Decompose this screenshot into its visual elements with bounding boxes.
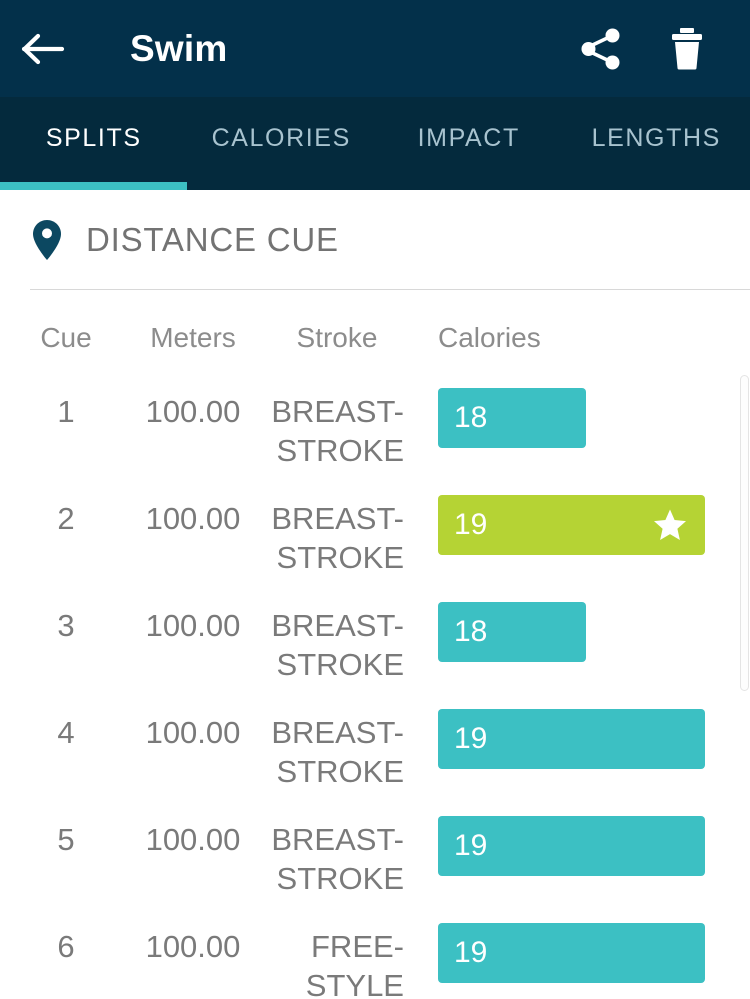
tab-impact[interactable]: IMPACT [375, 97, 563, 190]
star-icon [653, 509, 687, 541]
cell-stroke: BREAST- STROKE [270, 586, 404, 684]
tab-list: SPLITS CALORIES IMPACT LENGTHS [0, 97, 750, 190]
delete-button[interactable] [648, 0, 726, 97]
cell-cue: 2 [16, 479, 116, 537]
table-row[interactable]: 1100.00BREAST- STROKE 18 [0, 372, 750, 479]
table-row[interactable]: 4100.00BREAST- STROKE 19 [0, 693, 750, 800]
cell-stroke: BREAST- STROKE [270, 479, 404, 577]
section-header: DISTANCE CUE [0, 190, 750, 289]
cell-stroke: FREE- STYLE [270, 907, 404, 999]
cell-cue: 1 [16, 372, 116, 430]
table-body: 1100.00BREAST- STROKE182100.00BREAST- ST… [0, 372, 750, 999]
back-button[interactable] [0, 0, 86, 97]
app-bar: Swim [0, 0, 750, 97]
cell-calories: 18 [438, 372, 586, 448]
tab-calories-label: CALORIES [212, 124, 351, 153]
tab-lengths-label: LENGTHS [592, 124, 721, 153]
swim-splits-screen: Swim SPLITS CALORIES [0, 0, 750, 999]
share-icon [580, 27, 622, 71]
tab-bar: SPLITS CALORIES IMPACT LENGTHS [0, 97, 750, 190]
tab-splits[interactable]: SPLITS [0, 97, 188, 190]
cell-cue: 3 [16, 586, 116, 644]
table-row[interactable]: 6100.00FREE- STYLE 19 [0, 907, 750, 999]
cell-meters: 100.00 [128, 693, 258, 751]
cell-meters: 100.00 [128, 372, 258, 430]
calorie-bar: 18 [438, 388, 586, 448]
cell-meters: 100.00 [128, 479, 258, 537]
tab-splits-label: SPLITS [46, 124, 142, 153]
cell-stroke: BREAST- STROKE [270, 800, 404, 898]
cell-meters: 100.00 [128, 907, 258, 965]
table-row[interactable]: 3100.00BREAST- STROKE 18 [0, 586, 750, 693]
calorie-bar: 19 [438, 923, 705, 983]
column-header-stroke: Stroke [270, 300, 404, 352]
cell-stroke: BREAST- STROKE [270, 372, 404, 470]
calorie-bar: 19 [438, 495, 705, 555]
page-title: Swim [130, 30, 227, 67]
cell-calories: 19 [438, 907, 705, 983]
trash-icon [669, 27, 705, 71]
best-split-star [653, 509, 687, 541]
calorie-value: 19 [454, 938, 487, 968]
calorie-bar: 19 [438, 709, 705, 769]
cell-calories: 18 [438, 586, 586, 662]
cell-meters: 100.00 [128, 800, 258, 858]
calorie-value: 18 [454, 403, 487, 433]
calorie-bar: 19 [438, 816, 705, 876]
cell-stroke: BREAST- STROKE [270, 693, 404, 791]
cell-calories: 19 [438, 800, 705, 876]
tab-lengths[interactable]: LENGTHS [563, 97, 750, 190]
cell-calories: 19 [438, 479, 705, 555]
calorie-value: 19 [454, 510, 487, 540]
table-row[interactable]: 5100.00BREAST- STROKE 19 [0, 800, 750, 907]
calorie-bar: 18 [438, 602, 586, 662]
cell-meters: 100.00 [128, 586, 258, 644]
arrow-left-icon [21, 32, 65, 66]
splits-table: Cue Meters Stroke Calories 1100.00BREAST… [0, 300, 750, 999]
tab-impact-label: IMPACT [418, 124, 520, 153]
cell-calories: 19 [438, 693, 705, 769]
section-divider [30, 289, 750, 290]
map-pin-icon [30, 220, 64, 260]
table-header-row: Cue Meters Stroke Calories [0, 300, 750, 372]
calorie-value: 18 [454, 617, 487, 647]
column-header-meters: Meters [128, 300, 258, 352]
column-header-cue: Cue [16, 300, 116, 352]
share-button[interactable] [562, 0, 640, 97]
cell-cue: 6 [16, 907, 116, 965]
table-row[interactable]: 2100.00BREAST- STROKE 19 [0, 479, 750, 586]
vertical-scrollbar[interactable] [740, 375, 749, 691]
cell-cue: 5 [16, 800, 116, 858]
calorie-value: 19 [454, 831, 487, 861]
column-header-calories: Calories [438, 300, 658, 352]
tab-calories[interactable]: CALORIES [188, 97, 376, 190]
section-title: DISTANCE CUE [86, 221, 339, 259]
calorie-value: 19 [454, 724, 487, 754]
cell-cue: 4 [16, 693, 116, 751]
active-tab-indicator [0, 182, 187, 190]
